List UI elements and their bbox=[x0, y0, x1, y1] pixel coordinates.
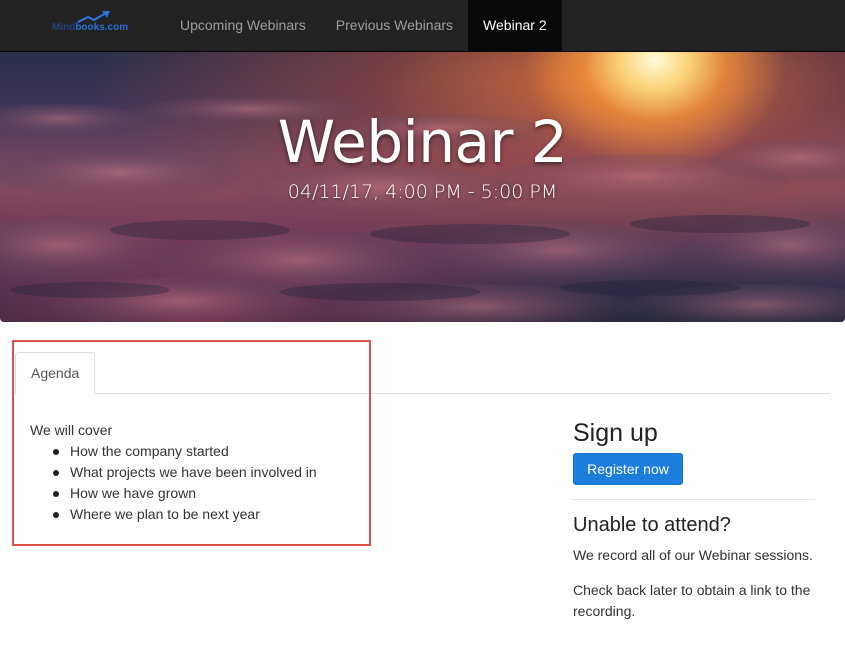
agenda-item: What projects we have been involved in bbox=[52, 462, 317, 483]
agenda-panel: We will cover How the company started Wh… bbox=[30, 420, 317, 525]
agenda-list: How the company started What projects we… bbox=[52, 441, 317, 525]
navbar: Mindbooks.com Upcoming Webinars Previous… bbox=[0, 0, 845, 52]
webinar-datetime: 04/11/17, 4:00 PM - 5:00 PM bbox=[287, 181, 558, 203]
brand-logo[interactable]: Mindbooks.com bbox=[48, 10, 134, 38]
tab-agenda[interactable]: Agenda bbox=[15, 352, 96, 394]
main-nav: Upcoming Webinars Previous Webinars Webi… bbox=[165, 0, 562, 51]
content-tabs: Agenda bbox=[15, 352, 830, 394]
nav-upcoming-webinars[interactable]: Upcoming Webinars bbox=[165, 0, 321, 51]
nav-webinar-2[interactable]: Webinar 2 bbox=[468, 0, 562, 51]
agenda-intro: We will cover bbox=[30, 422, 113, 438]
signup-panel: Sign up Register now Unable to attend? W… bbox=[573, 418, 815, 619]
hero-banner: Webinar 2 04/11/17, 4:00 PM - 5:00 PM bbox=[0, 52, 845, 322]
divider bbox=[573, 499, 815, 500]
signup-heading: Sign up bbox=[573, 419, 658, 447]
brand-text: Mindbooks.com bbox=[52, 22, 129, 33]
nav-previous-webinars[interactable]: Previous Webinars bbox=[321, 0, 468, 51]
webinar-title: Webinar 2 bbox=[277, 108, 568, 176]
recording-link-note: Check back later to obtain a link to the… bbox=[573, 582, 811, 619]
agenda-item: Where we plan to be next year bbox=[52, 504, 317, 525]
recording-note: We record all of our Webinar sessions. bbox=[573, 547, 813, 563]
register-now-button[interactable]: Register now bbox=[573, 453, 683, 485]
agenda-item: How the company started bbox=[52, 441, 317, 462]
agenda-item: How we have grown bbox=[52, 483, 317, 504]
unable-to-attend-heading: Unable to attend? bbox=[573, 514, 731, 536]
